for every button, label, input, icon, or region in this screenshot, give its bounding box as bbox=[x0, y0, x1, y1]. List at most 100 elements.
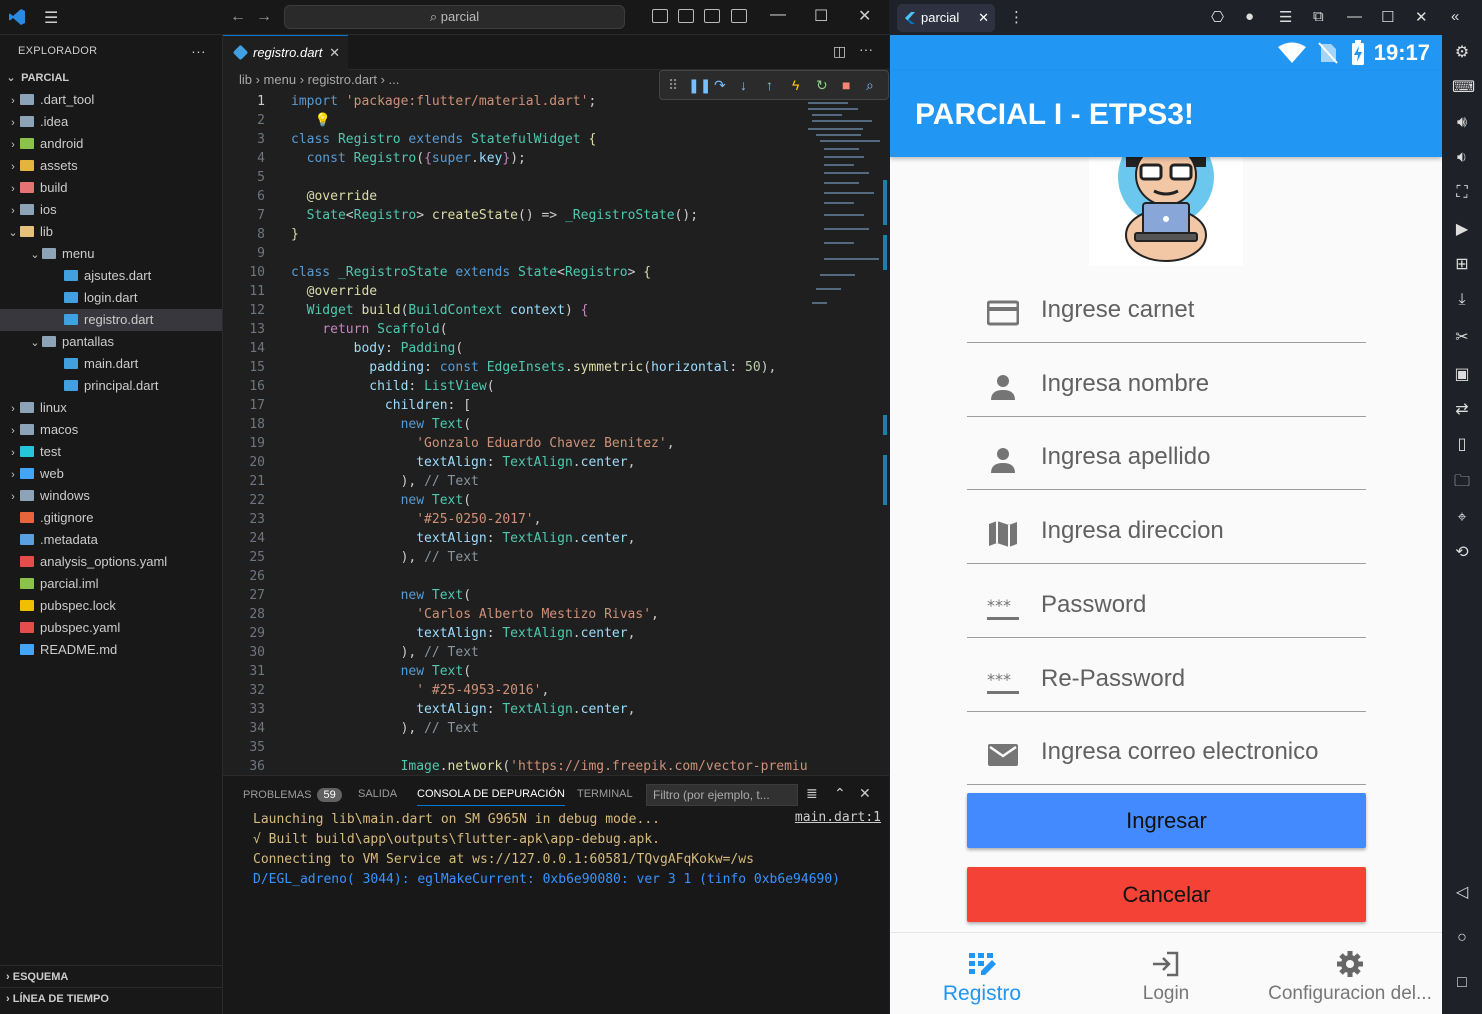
text-field[interactable]: Ingresa nombre bbox=[967, 343, 1366, 417]
tab-problems[interactable]: PROBLEMAS 59 bbox=[243, 788, 342, 802]
minimap[interactable] bbox=[808, 102, 883, 312]
tab-terminal[interactable]: TERMINAL bbox=[577, 788, 633, 800]
tree-item[interactable]: ⌄ lib bbox=[0, 221, 222, 243]
tree-item[interactable]: pubspec.yaml bbox=[0, 617, 222, 639]
maximize-panel-icon[interactable]: ⌃ bbox=[834, 785, 846, 802]
android-recents-icon[interactable]: □ bbox=[1452, 973, 1472, 993]
devtools-search-icon[interactable]: ⌕ bbox=[866, 77, 874, 94]
tree-item[interactable]: main.dart bbox=[0, 353, 222, 375]
maximize-icon[interactable]: ☐ bbox=[814, 6, 828, 26]
step-out-icon[interactable]: ↑ bbox=[766, 77, 773, 93]
tree-item[interactable]: .gitignore bbox=[0, 507, 222, 529]
window-icon[interactable]: ⧉ bbox=[1313, 8, 1324, 25]
tree-item[interactable]: login.dart bbox=[0, 287, 222, 309]
minimize-icon[interactable]: — bbox=[1347, 8, 1362, 25]
tree-item[interactable]: › test bbox=[0, 441, 222, 463]
command-center-search[interactable]: ⌕ parcial bbox=[284, 5, 625, 29]
outline-section[interactable]: › ESQUEMA bbox=[0, 965, 223, 987]
volume-down-icon[interactable]: 🔉︎ bbox=[1452, 148, 1472, 168]
location-icon[interactable]: ⌖ bbox=[1452, 508, 1472, 528]
tab-registro-dart[interactable]: registro.dart ✕ bbox=[223, 35, 348, 70]
tree-item[interactable]: › .dart_tool bbox=[0, 89, 222, 111]
cancelar-button[interactable]: Cancelar bbox=[967, 867, 1366, 922]
hot-reload-icon[interactable]: ϟ bbox=[792, 77, 799, 93]
shake-icon[interactable]: ▯ bbox=[1452, 435, 1472, 455]
volume-up-icon[interactable]: 🔊︎ bbox=[1452, 113, 1472, 133]
gamepad-icon[interactable]: ⎔ bbox=[1211, 8, 1224, 26]
more-actions-icon[interactable]: ··· bbox=[859, 41, 873, 57]
record-icon[interactable]: ▶ bbox=[1452, 220, 1472, 240]
tree-item[interactable]: analysis_options.yaml bbox=[0, 551, 222, 573]
tree-item[interactable]: › ios bbox=[0, 199, 222, 221]
back-arrow-icon[interactable]: ← bbox=[230, 8, 246, 26]
nav-configuracion[interactable]: Configuracion del... bbox=[1258, 933, 1442, 1014]
restart-icon[interactable]: ↻ bbox=[816, 77, 828, 94]
android-home-icon[interactable]: ○ bbox=[1452, 928, 1472, 948]
tree-item[interactable]: › windows bbox=[0, 485, 222, 507]
close-icon[interactable]: ✕ bbox=[858, 6, 871, 26]
split-editor-icon[interactable]: ◫ bbox=[833, 43, 846, 60]
clear-console-icon[interactable]: ≣ bbox=[806, 785, 818, 802]
more-actions-icon[interactable]: ··· bbox=[191, 35, 206, 67]
tree-item[interactable]: › build bbox=[0, 177, 222, 199]
sync-icon[interactable]: ⇄ bbox=[1452, 400, 1472, 420]
settings-icon[interactable]: ⚙ bbox=[1452, 43, 1472, 63]
media-icon[interactable]: ▣ bbox=[1452, 365, 1472, 385]
screenshot-cut-icon[interactable]: ✂ bbox=[1452, 328, 1472, 348]
fullscreen-icon[interactable]: ⛶ bbox=[1452, 183, 1472, 203]
tree-item[interactable]: parcial.iml bbox=[0, 573, 222, 595]
forward-arrow-icon[interactable]: → bbox=[256, 8, 272, 26]
project-root[interactable]: ⌄ PARCIAL bbox=[0, 67, 222, 89]
tab-output[interactable]: SALIDA bbox=[358, 788, 397, 800]
ingresar-button[interactable]: Ingresar bbox=[967, 793, 1366, 848]
nav-login[interactable]: Login bbox=[1074, 933, 1258, 1014]
menu-icon[interactable]: ☰ bbox=[1279, 8, 1292, 26]
tree-item[interactable]: › assets bbox=[0, 155, 222, 177]
toggle-sidebar-icon[interactable] bbox=[652, 9, 668, 23]
tree-item[interactable]: pubspec.lock bbox=[0, 595, 222, 617]
add-window-icon[interactable]: ⊞ bbox=[1452, 255, 1472, 275]
tree-item[interactable]: › .idea bbox=[0, 111, 222, 133]
code-editor[interactable]: 1 import 'package:flutter/material.dart';… bbox=[223, 92, 813, 775]
text-field[interactable]: *** Password bbox=[967, 564, 1366, 638]
console-filter-input[interactable]: Filtro (por ejemplo, t... bbox=[646, 784, 798, 806]
close-tab-icon[interactable]: ✕ bbox=[329, 36, 340, 69]
step-into-icon[interactable]: ↓ bbox=[740, 77, 747, 93]
emulator-app-tab[interactable]: parcial ✕ bbox=[897, 4, 995, 32]
text-field[interactable]: *** Re-Password bbox=[967, 638, 1366, 712]
toggle-secondary-sidebar-icon[interactable] bbox=[704, 9, 720, 23]
menu-icon[interactable]: ☰ bbox=[44, 8, 58, 28]
collapse-icon[interactable]: « bbox=[1451, 8, 1459, 25]
tab-debug-console[interactable]: CONSOLA DE DEPURACIÓN bbox=[417, 788, 565, 806]
tree-item[interactable]: ⌄ menu bbox=[0, 243, 222, 265]
maximize-icon[interactable]: ☐ bbox=[1381, 8, 1394, 26]
close-icon[interactable]: ✕ bbox=[1415, 8, 1428, 26]
timeline-section[interactable]: › LÍNEA DE TIEMPO bbox=[0, 987, 223, 1009]
tree-item[interactable]: › android bbox=[0, 133, 222, 155]
apk-install-icon[interactable]: ⤓ bbox=[1452, 290, 1472, 310]
tree-item[interactable]: principal.dart bbox=[0, 375, 222, 397]
rotate-icon[interactable]: ⟲ bbox=[1452, 543, 1472, 563]
android-back-icon[interactable]: ◁ bbox=[1452, 883, 1472, 903]
tree-item[interactable]: .metadata bbox=[0, 529, 222, 551]
more-vert-icon[interactable]: ⋮ bbox=[1009, 8, 1024, 26]
customize-layout-icon[interactable] bbox=[731, 9, 747, 23]
close-tab-icon[interactable]: ✕ bbox=[978, 4, 989, 32]
tree-item[interactable]: ajsutes.dart bbox=[0, 265, 222, 287]
text-field[interactable]: Ingresa apellido bbox=[967, 416, 1366, 491]
tree-item[interactable]: registro.dart bbox=[0, 309, 222, 331]
tree-item[interactable]: README.md bbox=[0, 639, 222, 661]
tree-item[interactable]: › linux bbox=[0, 397, 222, 419]
nav-registro[interactable]: Registro bbox=[890, 933, 1074, 1014]
breadcrumb[interactable]: lib › menu › registro.dart › ... bbox=[239, 72, 399, 87]
account-icon[interactable]: ● bbox=[1245, 8, 1254, 25]
tree-item[interactable]: ⌄ pantallas bbox=[0, 331, 222, 353]
close-panel-icon[interactable]: ✕ bbox=[859, 785, 871, 802]
minimize-icon[interactable]: — bbox=[770, 6, 786, 24]
keyboard-icon[interactable]: ⌨ bbox=[1452, 78, 1475, 98]
text-field[interactable]: Ingresa direccion bbox=[967, 490, 1366, 565]
tree-item[interactable]: › web bbox=[0, 463, 222, 485]
toggle-panel-icon[interactable] bbox=[678, 9, 694, 23]
source-link[interactable]: main.dart:1 bbox=[795, 810, 881, 825]
tree-item[interactable]: › macos bbox=[0, 419, 222, 441]
